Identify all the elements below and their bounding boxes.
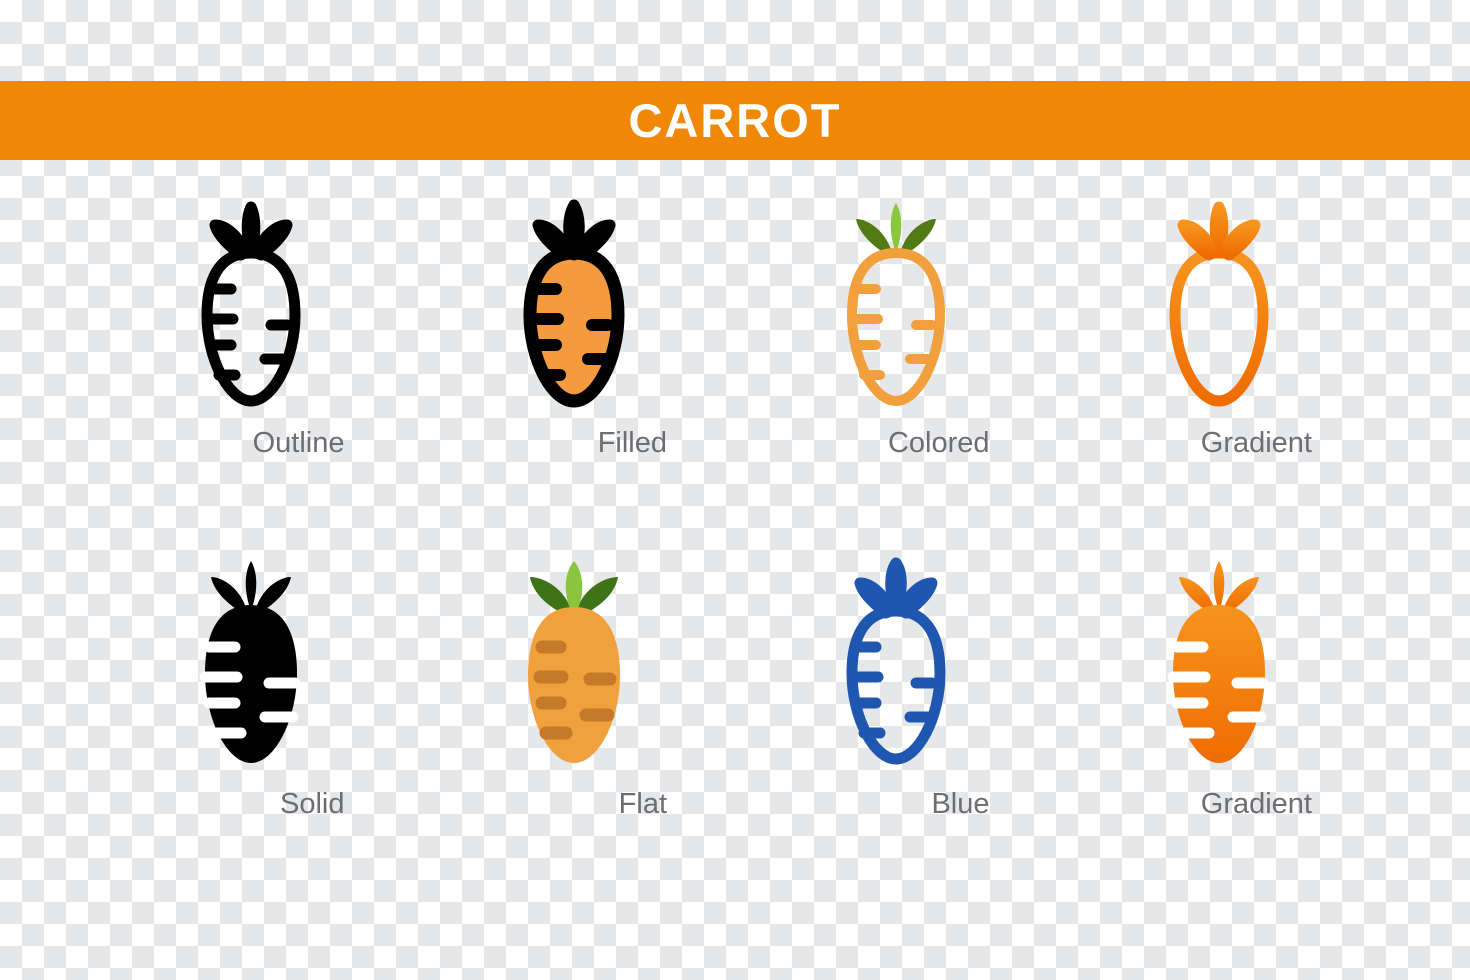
icon-cell-filled[interactable]: Filled (413, 185, 736, 545)
carrot-blue-icon[interactable] (821, 545, 971, 780)
carrot-flat-icon[interactable] (499, 545, 649, 780)
icon-cell-outline[interactable]: Outline (90, 185, 413, 545)
icon-cell-colored[interactable]: Colored (735, 185, 1058, 545)
icon-cell-blue[interactable]: Blue (735, 545, 1058, 905)
icon-label-filled: Filled (597, 427, 667, 459)
icon-label-gradient-outline: Gradient (1200, 427, 1312, 459)
icon-cell-flat[interactable]: Flat (413, 545, 736, 905)
icon-label-outline: Outline (252, 427, 345, 459)
icon-label-gradient-solid: Gradient (1200, 788, 1312, 820)
icon-label-solid: Solid (280, 788, 345, 820)
title-banner: CARROT (0, 81, 1470, 160)
carrot-outline-icon[interactable] (176, 185, 326, 425)
icon-cell-gradient-outline[interactable]: Gradient (1058, 185, 1381, 545)
icon-label-blue: Blue (931, 788, 990, 820)
carrot-solid-icon[interactable] (176, 545, 326, 780)
icon-grid: Outline Filled Colored Gradient Solid Fl… (90, 185, 1380, 905)
icon-cell-gradient-solid[interactable]: Gradient (1058, 545, 1381, 905)
page-title: CARROT (628, 94, 842, 147)
carrot-filled-icon[interactable] (499, 185, 649, 425)
carrot-gradient-solid-icon[interactable] (1144, 545, 1294, 780)
icon-label-colored: Colored (887, 427, 990, 459)
icon-cell-solid[interactable]: Solid (90, 545, 413, 905)
carrot-colored-icon[interactable] (821, 185, 971, 425)
carrot-gradient-outline-icon[interactable] (1144, 185, 1294, 425)
icon-label-flat: Flat (618, 788, 667, 820)
icon-sheet-canvas: CARROT Outline Filled Colored Gradient S… (0, 0, 1470, 980)
